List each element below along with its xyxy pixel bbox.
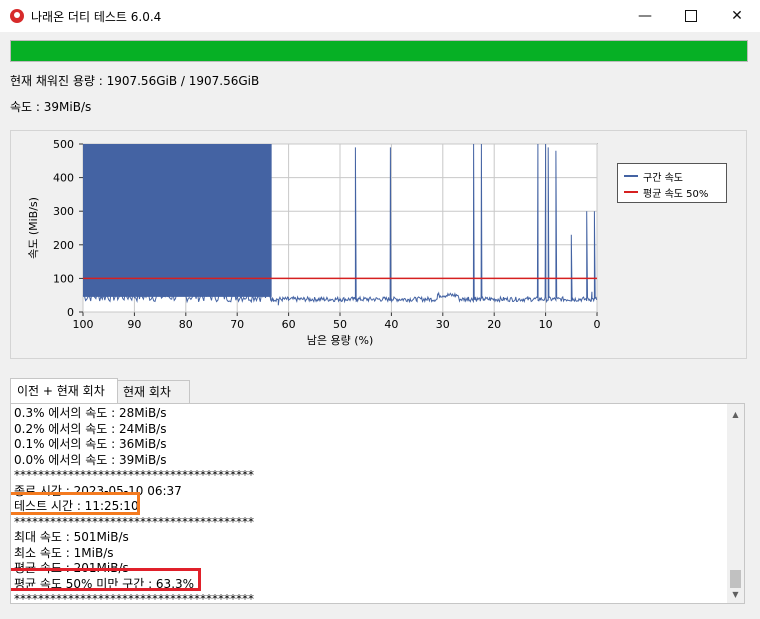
tab-previous-and-current[interactable]: 이전 + 현재 회차 — [10, 378, 118, 403]
minimize-button[interactable]: — — [622, 0, 668, 32]
log-line: 0.2% 에서의 속도 : 24MiB/s — [14, 421, 167, 436]
legend-label-interval: 구간 속도 — [643, 172, 683, 184]
progress-fill — [11, 41, 747, 61]
app-logo-icon — [10, 9, 24, 23]
maximize-icon — [685, 10, 697, 22]
maximize-button[interactable] — [668, 0, 714, 32]
legend-item-interval: 구간 속도 — [624, 169, 683, 184]
written-capacity-label: 현재 채워진 용량 : 1907.56GiB / 1907.56GiB — [10, 74, 260, 88]
x-tick-label: 20 — [487, 318, 501, 331]
log-scrollbar[interactable]: ▲ ▼ — [727, 404, 744, 603]
log-line: **************************************** — [14, 592, 254, 604]
x-tick-label: 100 — [73, 318, 94, 331]
x-tick-label: 70 — [230, 318, 244, 331]
log-line: 0.0% 에서의 속도 : 39MiB/s — [14, 452, 167, 467]
legend-swatch-average — [624, 191, 638, 193]
log-line: 최대 속도 : 501MiB/s — [14, 530, 129, 544]
x-axis-label: 남은 용량 (%) — [307, 334, 374, 347]
y-tick-label: 400 — [53, 172, 74, 185]
y-tick-label: 100 — [53, 272, 74, 285]
test-time-highlight — [11, 492, 140, 515]
log-line: 0.1% 에서의 속도 : 36MiB/s — [14, 437, 167, 451]
speed-chart: 100 90 80 70 60 50 40 30 20 10 0 0 100 200 300 400 500 남은… — [10, 130, 747, 359]
title-bar: 나래온 더티 테스트 6.0.4 — ✕ — [0, 0, 760, 32]
x-tick-label: 60 — [282, 318, 296, 331]
chart-legend: 구간 속도 평균 속도 50% — [617, 163, 727, 203]
x-tick-label: 0 — [594, 318, 601, 331]
window-title: 나래온 더티 테스트 6.0.4 — [31, 10, 162, 24]
legend-label-average: 평균 속도 50% — [643, 188, 709, 200]
y-tick-label: 300 — [53, 205, 74, 218]
tab-current[interactable]: 현재 회차 — [116, 380, 190, 403]
dense-speed-region — [83, 144, 272, 297]
below-half-highlight — [11, 568, 201, 591]
legend-swatch-interval — [624, 175, 638, 177]
log-line: 0.3% 에서의 속도 : 28MiB/s — [14, 406, 167, 420]
log-line: **************************************** — [14, 468, 254, 482]
log-line: **************************************** — [14, 514, 254, 529]
scroll-up-icon[interactable]: ▲ — [727, 406, 744, 423]
test-progress-bar — [10, 40, 748, 62]
log-line: 최소 속도 : 1MiB/s — [14, 545, 114, 560]
y-tick-label: 500 — [53, 138, 74, 151]
x-tick-label: 30 — [436, 318, 450, 331]
close-icon: ✕ — [731, 8, 743, 24]
legend-item-average: 평균 속도 50% — [624, 185, 709, 200]
x-tick-label: 10 — [539, 318, 553, 331]
minimize-icon: — — [638, 8, 652, 24]
close-button[interactable]: ✕ — [714, 0, 760, 32]
y-axis-label: 속도 (MiB/s) — [27, 197, 40, 259]
y-tick-label: 200 — [53, 239, 74, 252]
log-textbox[interactable]: 0.3% 에서의 속도 : 28MiB/s 0.2% 에서의 속도 : 24MiB… — [10, 403, 745, 604]
x-tick-label: 40 — [384, 318, 398, 331]
x-tick-label: 90 — [127, 318, 141, 331]
speed-label: 속도 : 39MiB/s — [10, 100, 92, 114]
y-tick-label: 0 — [67, 306, 74, 319]
x-tick-label: 50 — [333, 318, 347, 331]
x-tick-label: 80 — [179, 318, 193, 331]
scroll-down-icon[interactable]: ▼ — [727, 586, 744, 603]
